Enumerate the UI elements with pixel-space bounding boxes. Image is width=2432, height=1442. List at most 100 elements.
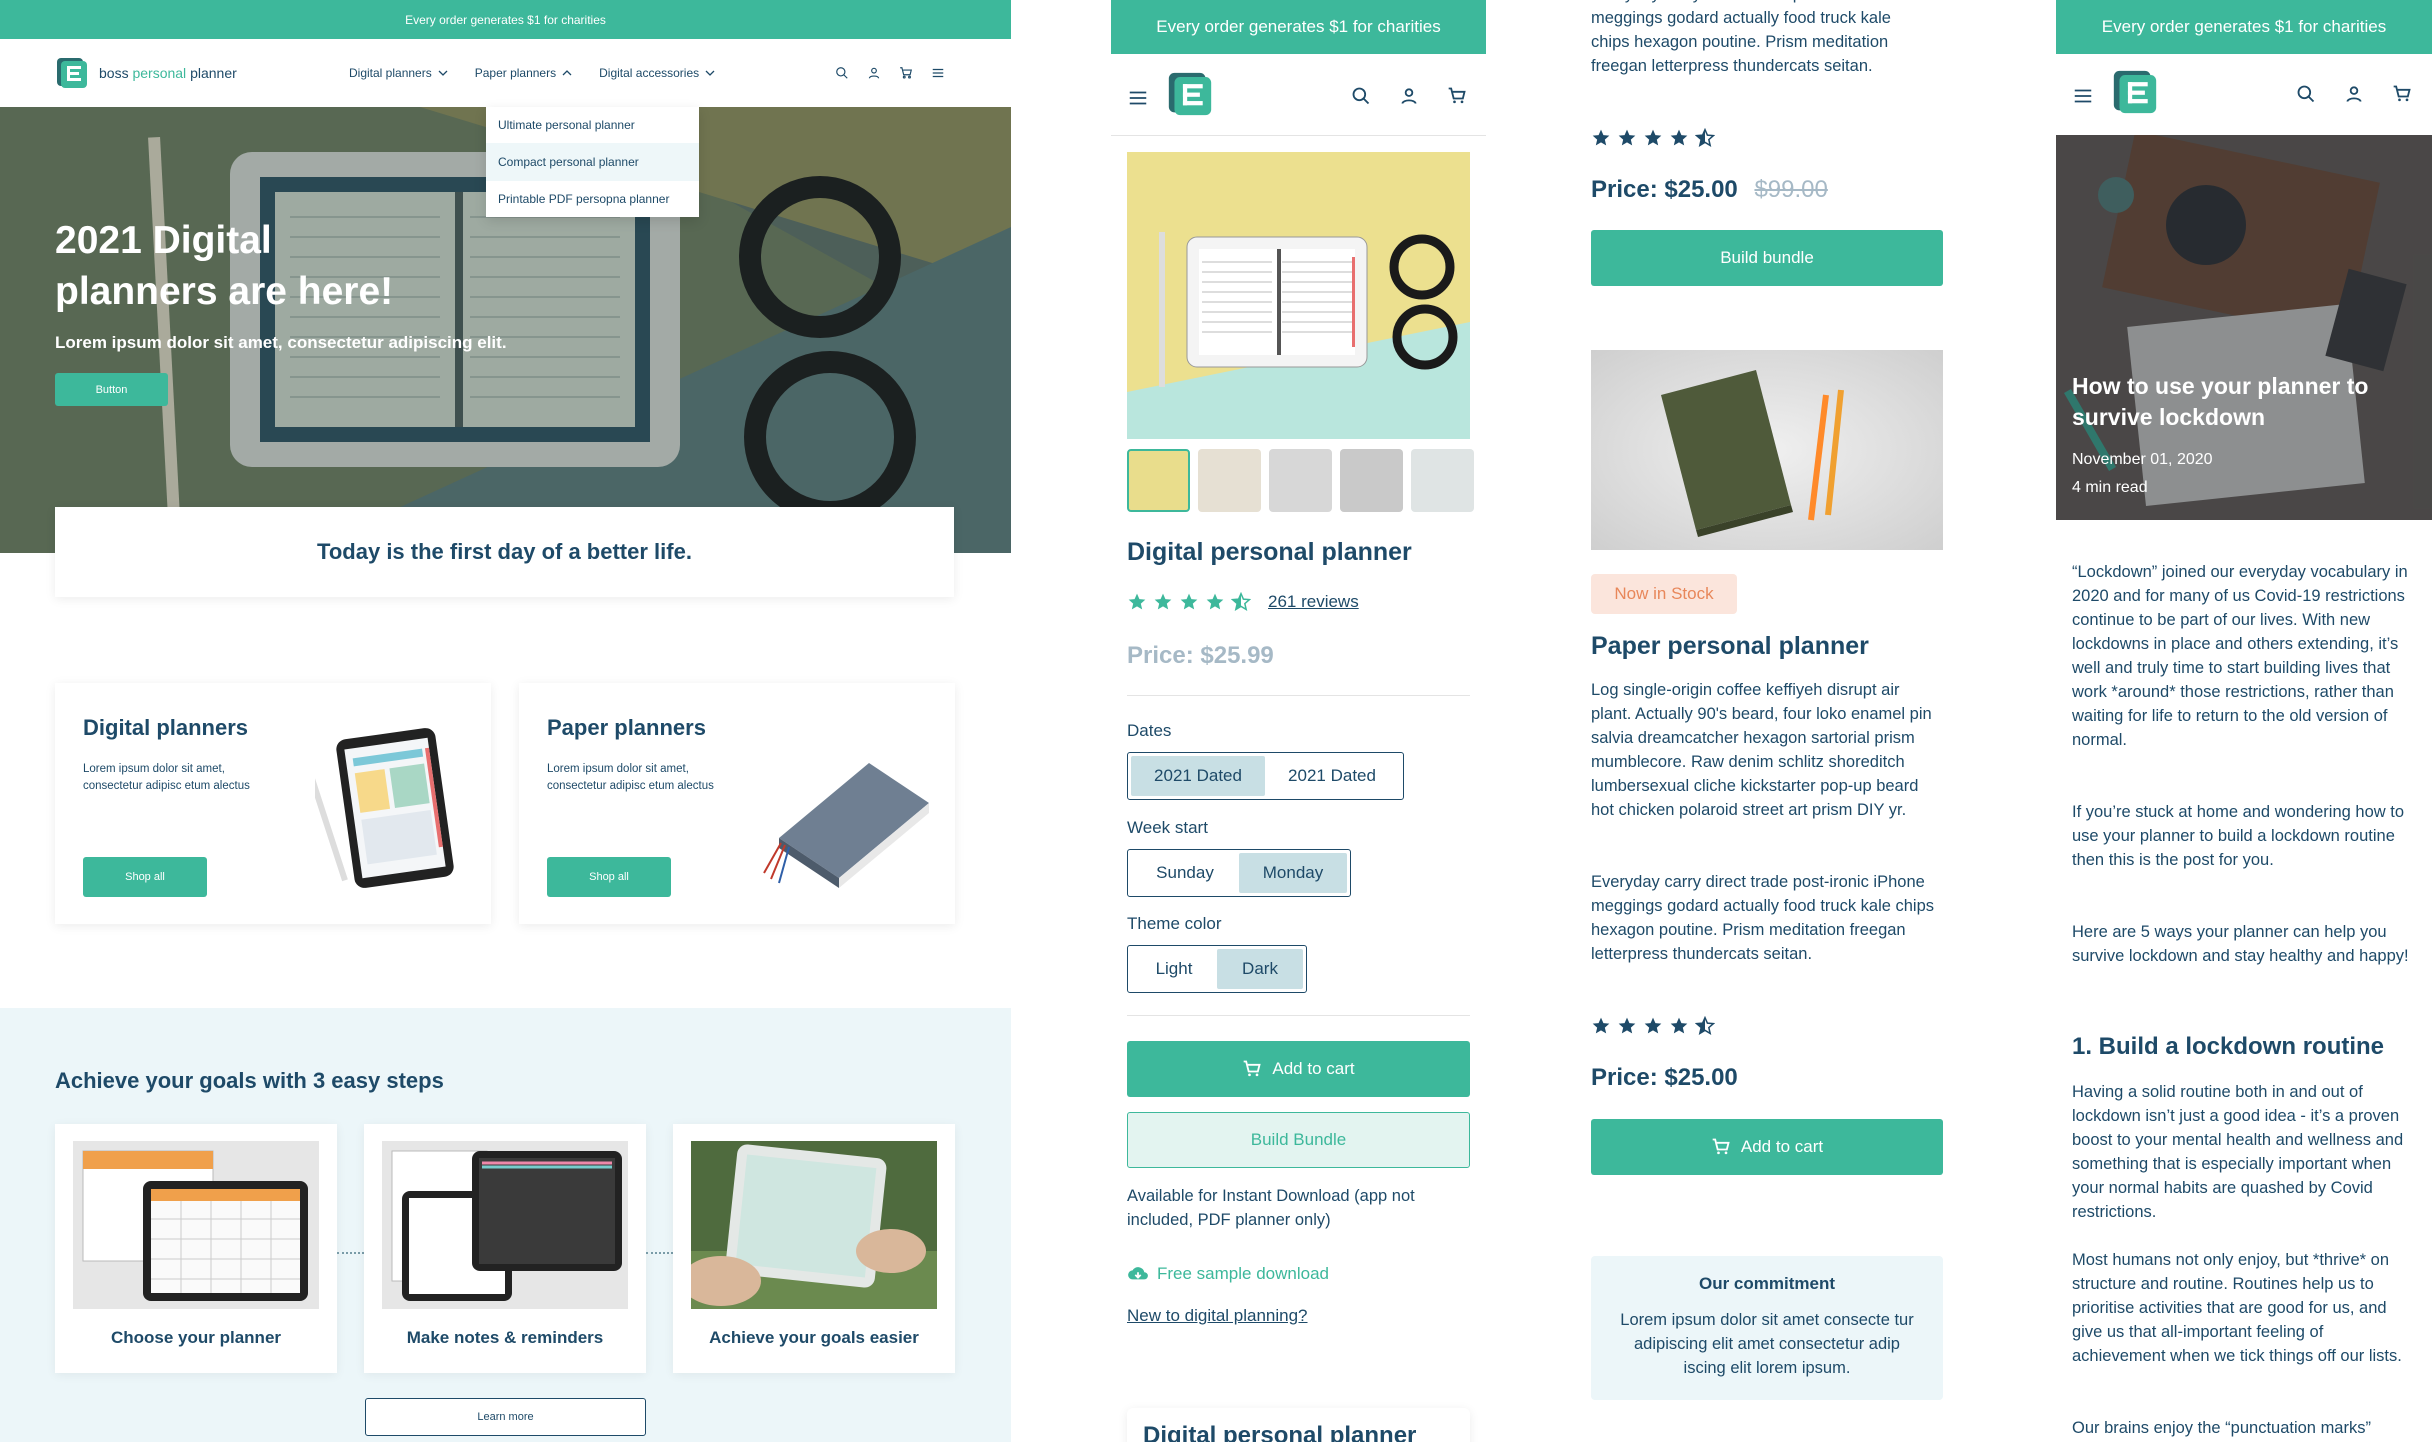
old-price: $99.00 [1754, 176, 1828, 203]
logo-icon[interactable] [2111, 68, 2159, 116]
add-to-cart-button[interactable]: Add to cart [1127, 1041, 1470, 1097]
half-star-icon [1231, 592, 1251, 611]
add-to-cart-label: Add to cart [1272, 1059, 1355, 1078]
paper-planner-image [1591, 350, 1943, 550]
nav-digital-accessories[interactable]: Digital accessories [599, 66, 715, 80]
brand-logo[interactable]: boss personal planner [55, 56, 237, 90]
theme-option[interactable]: Dark [1217, 949, 1303, 989]
account-icon[interactable] [867, 66, 881, 80]
charity-banner: Every order generates $1 for charities [1111, 0, 1486, 54]
account-icon[interactable] [1399, 86, 1419, 106]
product-description: Everyday carry direct trade post-ironic … [1591, 0, 1925, 75]
dates-option[interactable]: 2021 Dated [1131, 756, 1265, 796]
brand-name: boss personal planner [99, 65, 237, 81]
commitment-title: Our commitment [1698, 1274, 1836, 1293]
blog-read-time: 4 min read [2072, 479, 2148, 496]
cart-icon [1244, 1060, 1262, 1077]
product-main-image [1127, 152, 1470, 439]
theme-option[interactable]: Light [1131, 949, 1217, 989]
cart-icon[interactable] [899, 66, 913, 80]
free-sample-link[interactable]: Free sample download [1127, 1264, 1329, 1284]
search-icon[interactable] [835, 66, 849, 80]
star-icon [1618, 129, 1636, 146]
shop-all-button[interactable]: Shop all [83, 857, 207, 897]
product-price: Price: $25.00 [1591, 1064, 1738, 1091]
thumbnail[interactable] [1411, 449, 1474, 512]
main-nav: Digital planners Paper planners Digital … [349, 66, 715, 80]
nav-digital-planners[interactable]: Digital planners [349, 66, 448, 80]
blog-paragraph: Having a solid routine both in and out o… [2072, 1083, 2404, 1221]
learn-more-button[interactable]: Learn more [365, 1398, 646, 1436]
menu-icon[interactable] [2072, 85, 2094, 107]
new-to-digital-link[interactable]: New to digital planning? [1127, 1306, 1308, 1326]
chevron-up-icon [562, 70, 572, 76]
thumbnail[interactable] [1340, 449, 1403, 512]
cart-icon [1712, 1138, 1730, 1155]
step-label: Achieve your goals easier [709, 1328, 919, 1347]
shop-all-button[interactable]: Shop all [547, 857, 671, 897]
dates-label: Dates [1127, 721, 1172, 740]
cart-icon[interactable] [1447, 86, 1467, 106]
rating-stars [1127, 592, 1251, 612]
build-bundle-button[interactable]: Build Bundle [1127, 1112, 1470, 1168]
star-icon [1644, 1017, 1662, 1034]
commitment-box: Our commitment Lorem ipsum dolor sit ame… [1591, 1256, 1943, 1400]
star-icon [1592, 129, 1610, 146]
divider [1127, 695, 1470, 696]
account-icon[interactable] [2344, 84, 2364, 104]
charity-banner: Every order generates $1 for charities [0, 0, 1011, 39]
category-card-digital[interactable]: Digital planners Lorem ipsum dolor sit a… [55, 683, 491, 924]
hero-button[interactable]: Button [55, 373, 168, 406]
header-actions [835, 66, 945, 80]
add-to-cart-button[interactable]: Add to cart [1591, 1119, 1943, 1175]
price-row: Price: $25.00 $99.00 [1591, 176, 1828, 204]
star-icon [1154, 593, 1172, 610]
step-image [382, 1141, 628, 1309]
paper-planners-dropdown: Ultimate personal planner Compact person… [486, 107, 699, 217]
stock-badge: Now in Stock [1591, 574, 1737, 614]
dates-option[interactable]: 2021 Dated [1265, 756, 1399, 796]
blog-date: November 01, 2020 [2072, 451, 2213, 468]
steps-section: Achieve your goals with 3 easy steps Cho… [0, 1008, 1011, 1442]
thumbnail[interactable] [1198, 449, 1261, 512]
related-product-title: Digital personal planner [1143, 1422, 1417, 1442]
product-price: Price: $25.99 [1127, 642, 1274, 669]
chevron-down-icon [438, 70, 448, 76]
product-title: Digital personal planner [1127, 538, 1412, 566]
dropdown-item[interactable]: Printable PDF persopna planner [486, 181, 699, 217]
step-card: Achieve your goals easier [673, 1124, 955, 1373]
dropdown-item[interactable]: Ultimate personal planner [486, 107, 699, 143]
menu-icon[interactable] [931, 66, 945, 80]
step-label: Choose your planner [110, 1328, 282, 1347]
related-product-card[interactable]: Digital personal planner [1127, 1408, 1470, 1442]
half-star-icon [1695, 1016, 1715, 1035]
cart-icon[interactable] [2392, 84, 2412, 104]
notebook-image [763, 763, 929, 888]
search-icon[interactable] [1351, 86, 1371, 106]
availability-note: Available for Instant Download (app not … [1127, 1187, 1415, 1229]
thumbnail[interactable] [1127, 449, 1190, 512]
nav-paper-planners[interactable]: Paper planners [475, 66, 572, 80]
banner-text: Every order generates $1 for charities [405, 12, 606, 27]
reviews-link[interactable]: 261 reviews [1268, 592, 1359, 612]
blog-heading: 1. Build a lockdown routine [2072, 1033, 2385, 1060]
thumbnail-strip [1127, 449, 1474, 512]
category-card-paper[interactable]: Paper planners Lorem ipsum dolor sit ame… [519, 683, 955, 924]
step-card: Choose your planner [55, 1124, 337, 1373]
logo-icon[interactable] [1166, 70, 1214, 118]
star-icon [1670, 129, 1688, 146]
build-bundle-button[interactable]: Build bundle [1591, 230, 1943, 286]
week-option[interactable]: Sunday [1131, 853, 1239, 893]
divider [1127, 1015, 1470, 1016]
star-icon [1618, 1017, 1636, 1034]
category-title: Digital planners [83, 715, 249, 740]
step-connector [337, 1252, 364, 1254]
menu-icon[interactable] [1127, 87, 1149, 109]
dropdown-item[interactable]: Compact personal planner [486, 143, 699, 181]
commitment-text: Lorem ipsum dolor sit amet consecte tur … [1620, 1311, 1914, 1377]
thumbnail[interactable] [1269, 449, 1332, 512]
search-icon[interactable] [2296, 84, 2316, 104]
blog-paragraph: Our brains enjoy the “punctuation marks” [2072, 1419, 2371, 1437]
paper-product-page: Everyday carry direct trade post-ironic … [1575, 0, 1950, 1442]
week-option[interactable]: Monday [1239, 853, 1347, 893]
